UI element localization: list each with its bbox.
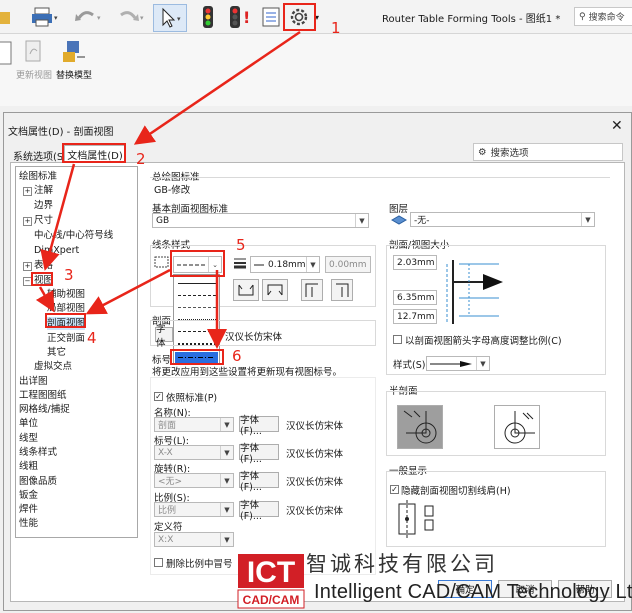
company-watermark: ICT CAD/CAM 智诚科技有限公司 Intelligent CAD/CAM… <box>236 548 632 611</box>
watermark-english-name: Intelligent CAD/CAM Technology Ltd. <box>314 581 632 603</box>
ict-logo: ICT CAD/CAM <box>236 552 306 610</box>
logo-text: ICT <box>247 556 295 589</box>
annotation-arrows <box>35 30 301 349</box>
logo-subtext: CAD/CAM <box>243 593 300 607</box>
watermark-chinese-name: 智诚科技有限公司 <box>306 552 498 576</box>
